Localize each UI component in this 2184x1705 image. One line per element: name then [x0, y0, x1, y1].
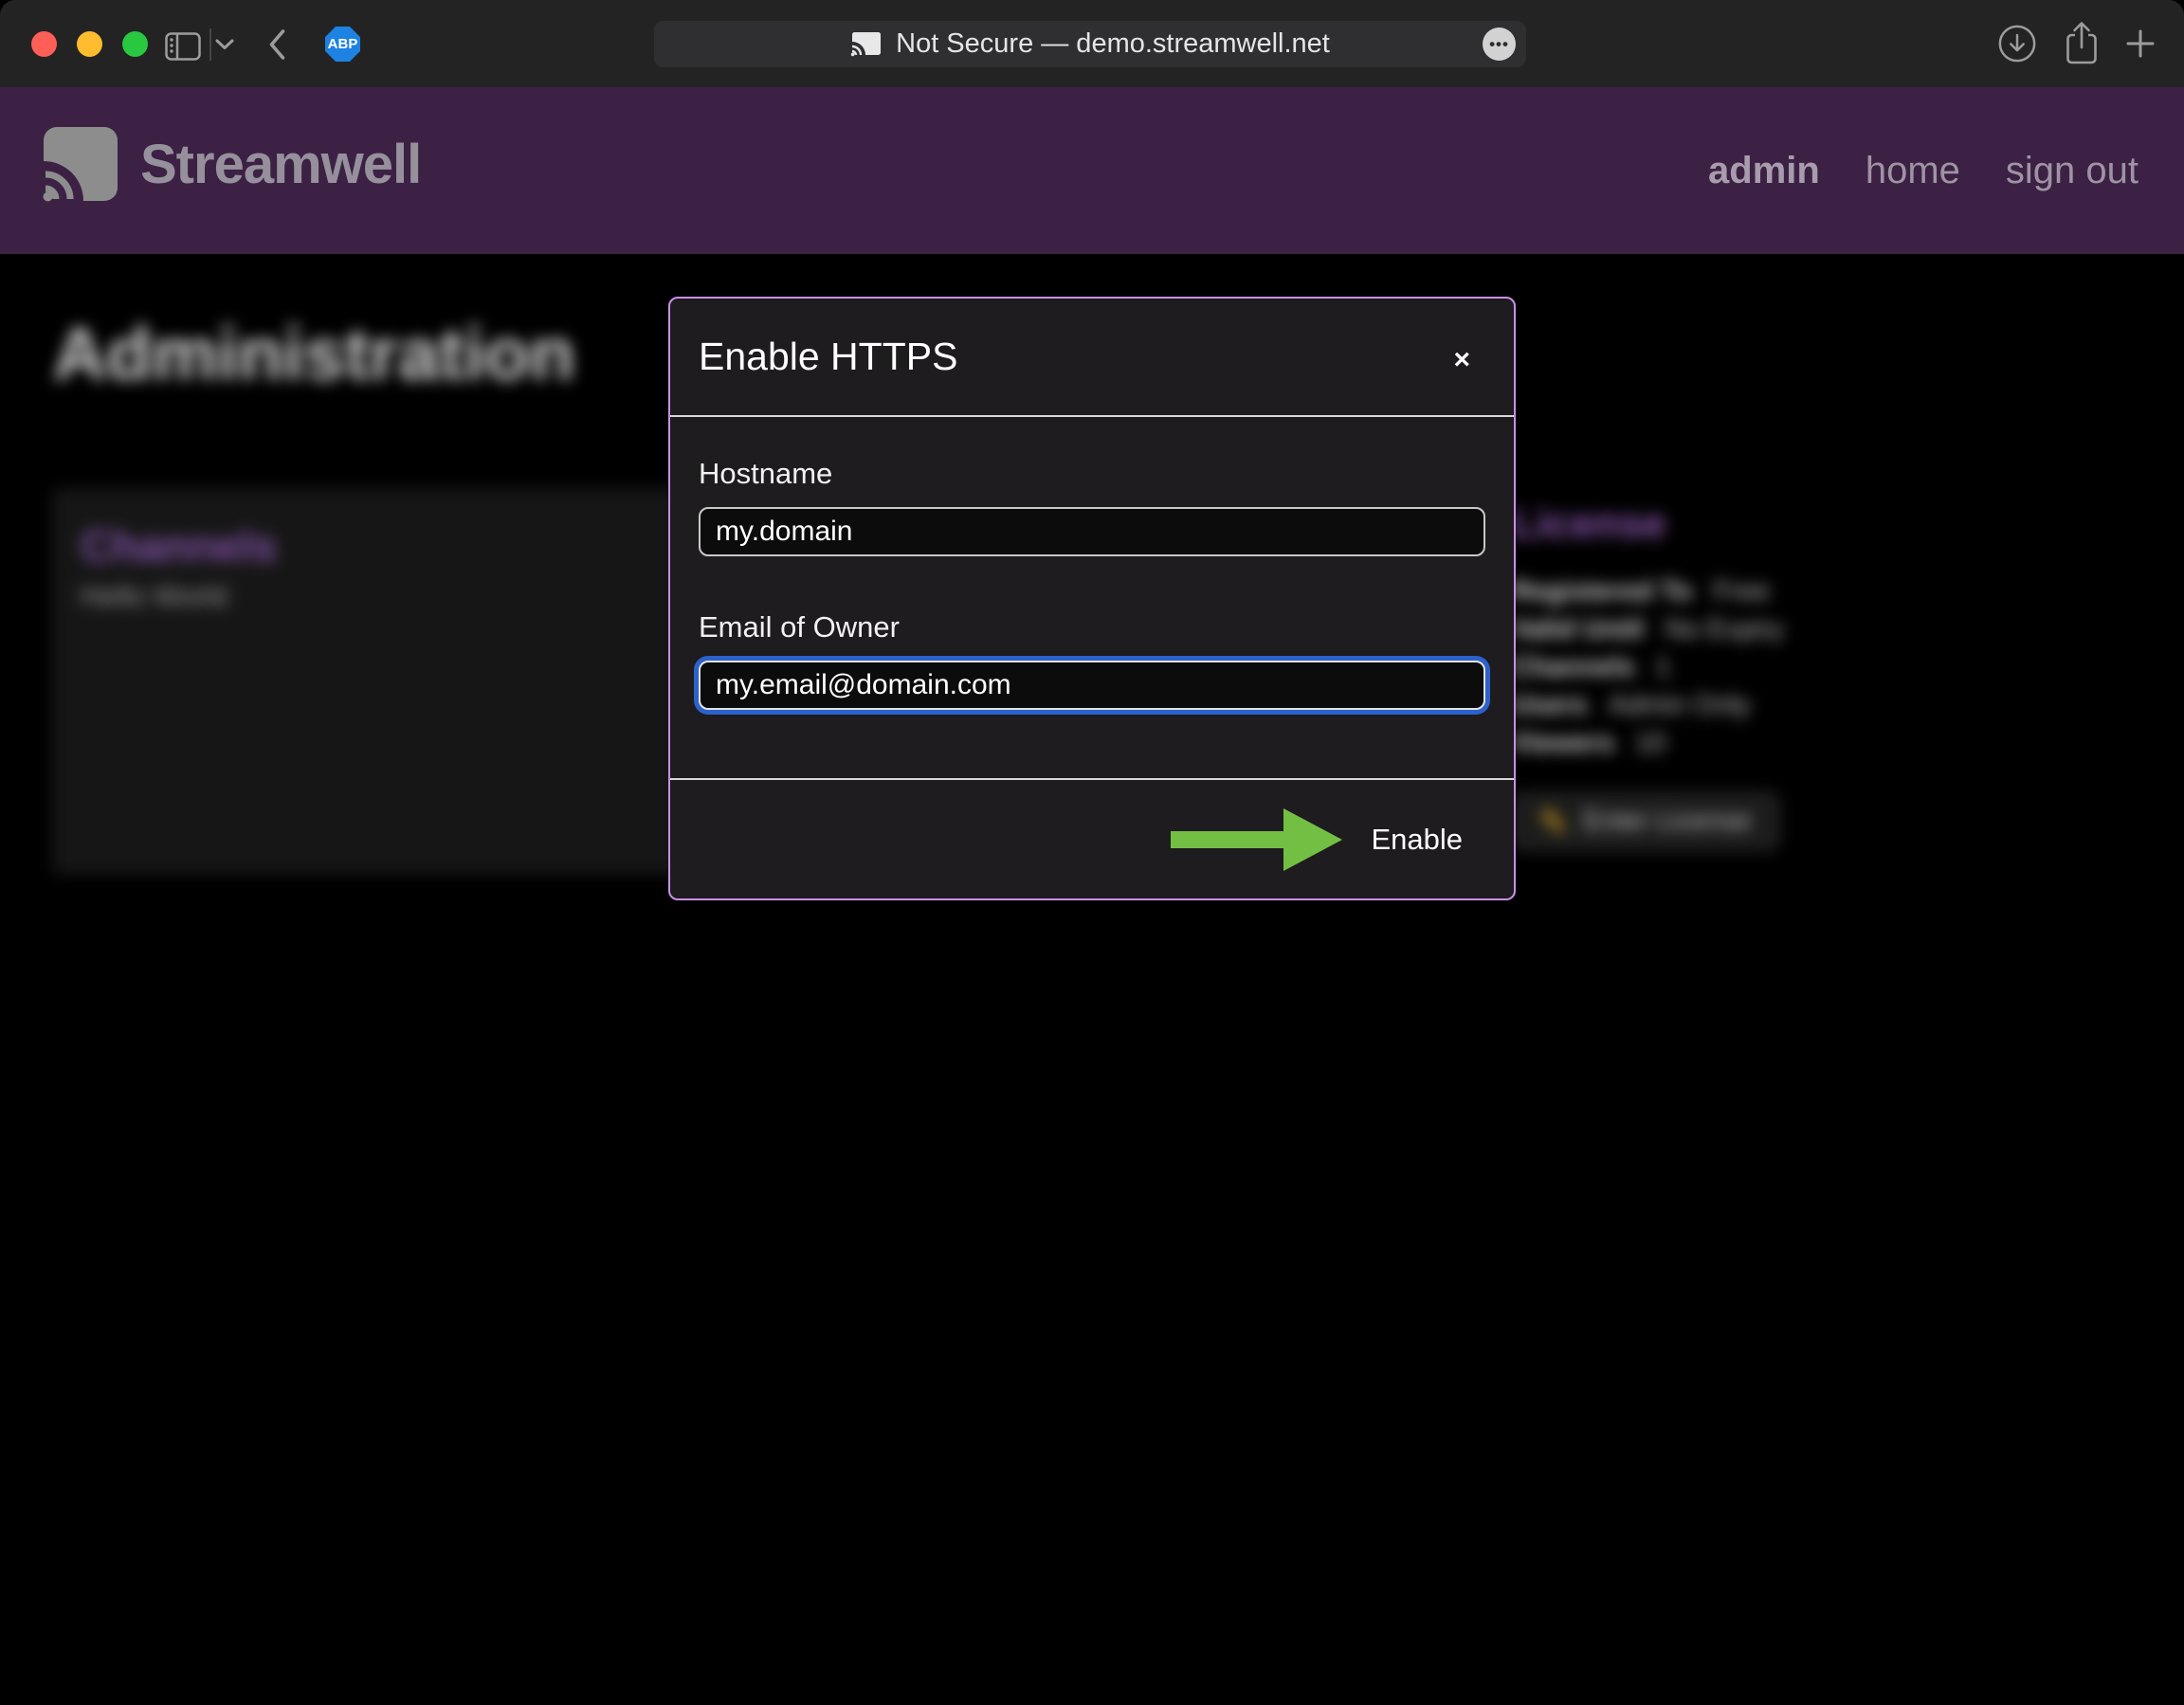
license-row: Users Admin Only	[1511, 686, 2146, 724]
main-nav: admin home sign out	[1708, 87, 2138, 254]
enter-license-label: Enter License	[1583, 806, 1751, 837]
license-row-label: Viewers	[1511, 728, 1614, 758]
close-window-button[interactable]	[31, 31, 57, 57]
license-row-label: Registered To	[1511, 576, 1692, 607]
license-row-value: 1	[1656, 652, 1671, 682]
license-row: Viewers 10	[1511, 724, 2146, 762]
site-header: Streamwell admin home sign out	[0, 87, 2184, 254]
browser-toolbar: ABP Not Secure — demo.streamwell.net •••	[0, 0, 2184, 87]
cast-site-icon	[850, 31, 883, 57]
minimize-window-button[interactable]	[77, 31, 102, 57]
url-text: Not Secure — demo.streamwell.net	[896, 28, 1330, 60]
screenshot-stage: ABP Not Secure — demo.streamwell.net •••	[0, 0, 2184, 1705]
modal-footer: Enable	[670, 778, 1514, 898]
page-title: Administration	[53, 311, 574, 397]
modal-header: Enable HTTPS ×	[670, 299, 1514, 417]
license-row-value: Admin Only	[1609, 690, 1751, 720]
modal-title: Enable HTTPS	[699, 335, 957, 379]
downloads-icon[interactable]	[1997, 24, 2037, 63]
license-rows: Registered To Free Valid Until No Expiry C…	[1511, 572, 2146, 762]
nav-item-home[interactable]: home	[1866, 150, 1960, 192]
nav-item-admin[interactable]: admin	[1708, 150, 1820, 192]
streamwell-logo-icon	[42, 125, 119, 203]
address-bar[interactable]: Not Secure — demo.streamwell.net •••	[654, 21, 1526, 67]
page-settings-button[interactable]: •••	[1483, 27, 1516, 61]
license-row-value: No Expiry	[1665, 614, 1784, 644]
adblock-extension-icon[interactable]: ABP	[325, 27, 360, 62]
license-panel-title: License	[1511, 500, 2146, 548]
license-row-value: 10	[1635, 728, 1665, 758]
license-row: Registered To Free	[1511, 572, 2146, 610]
share-icon[interactable]	[2063, 19, 2101, 66]
toolbar-separator	[209, 28, 211, 61]
close-icon[interactable]: ×	[1453, 346, 1470, 374]
back-icon[interactable]	[267, 28, 286, 61]
license-row-value: Free	[1713, 576, 1770, 607]
license-row: Valid Until No Expiry	[1511, 610, 2146, 648]
window-controls	[31, 31, 148, 57]
sidebar-toggle-icon[interactable]	[165, 32, 201, 61]
hostname-label: Hostname	[699, 457, 832, 490]
enable-button[interactable]: Enable	[1371, 823, 1463, 857]
enter-license-button[interactable]: Enter License	[1511, 792, 1779, 850]
channel-list-item[interactable]: Hello World	[81, 581, 228, 613]
modal-body: Hostname Email of Owner	[670, 417, 1514, 778]
license-row: Channels 1	[1511, 648, 2146, 686]
new-tab-icon[interactable]	[2123, 27, 2157, 61]
channels-card-title: Channels	[81, 520, 277, 571]
zoom-window-button[interactable]	[122, 31, 148, 57]
email-of-owner-input[interactable]	[699, 661, 1485, 710]
nav-item-sign-out[interactable]: sign out	[2006, 150, 2138, 192]
key-icon	[1539, 807, 1568, 836]
brand-name: Streamwell	[140, 133, 421, 196]
enable-https-modal: Enable HTTPS × Hostname Email of Owner E…	[668, 297, 1516, 900]
abp-badge-label: ABP	[328, 36, 358, 52]
green-arrow-annotation-icon	[1171, 808, 1342, 871]
ellipsis-icon: •••	[1489, 36, 1509, 52]
license-row-label: Users	[1511, 690, 1588, 720]
license-row-label: Valid Until	[1511, 614, 1644, 644]
hostname-input[interactable]	[699, 507, 1485, 556]
brand[interactable]: Streamwell	[42, 125, 421, 203]
license-panel: License Registered To Free Valid Until No …	[1511, 500, 2146, 850]
license-row-label: Channels	[1511, 652, 1635, 682]
chevron-down-icon[interactable]	[215, 39, 234, 50]
email-of-owner-label: Email of Owner	[699, 610, 1485, 644]
